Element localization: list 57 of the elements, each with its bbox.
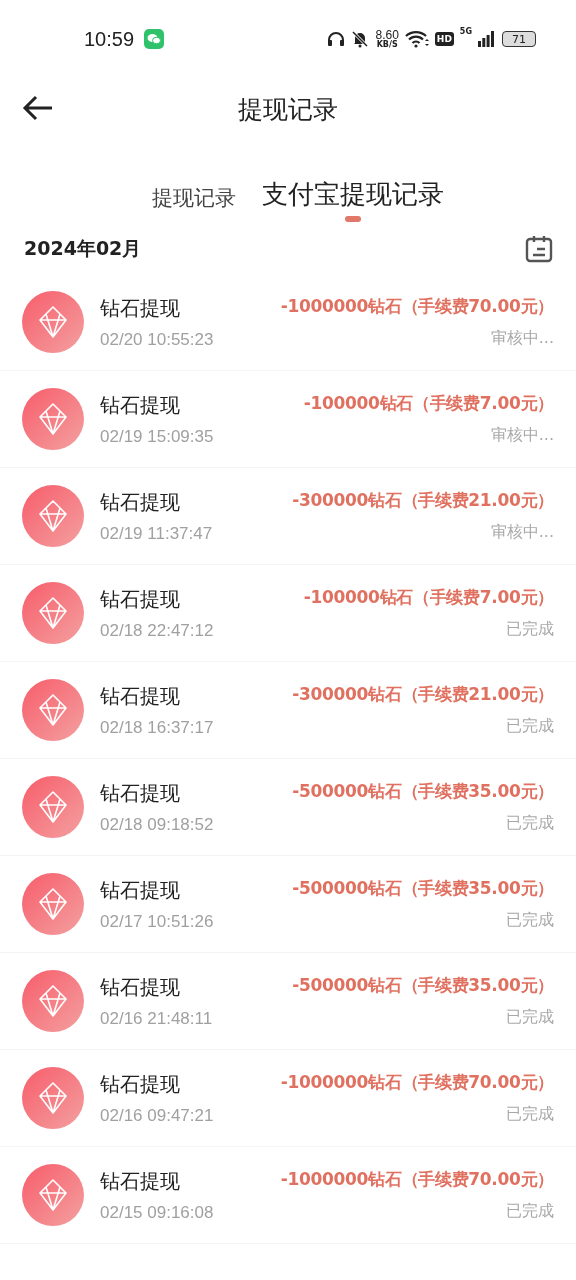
record-amount: -500000钻石（手续费35.00元） [292, 877, 554, 900]
hd-badge: HD [434, 32, 454, 46]
record-amount: -1000000钻石（手续费70.00元） [280, 1071, 554, 1094]
record-time: 02/18 16:37:17 [100, 717, 214, 738]
record-title: 钻石提现 [100, 585, 181, 613]
calendar-icon[interactable] [524, 234, 554, 264]
network-type: 5G [459, 27, 472, 36]
record-title: 钻石提现 [100, 682, 181, 710]
clock-time: 10:59 [84, 27, 135, 51]
record-status: 已完成 [506, 1007, 554, 1028]
speed-unit: KB/S [376, 41, 398, 49]
record-title: 钻石提现 [100, 294, 181, 322]
record-status: 审核中... [490, 425, 554, 446]
record-time: 02/18 09:18:52 [100, 814, 214, 835]
record-time: 02/18 22:47:12 [100, 620, 214, 641]
record-status: 已完成 [506, 813, 554, 834]
record-title: 钻石提现 [100, 488, 181, 516]
signal-icon [478, 31, 494, 47]
tab[interactable]: 支付宝提现记录 [262, 177, 444, 224]
record-amount: -1000000钻石（手续费70.00元） [280, 295, 554, 318]
record-time: 02/16 21:48:11 [100, 1008, 213, 1029]
chat-app-icon [144, 29, 165, 49]
record-time: 02/15 09:16:08 [100, 1202, 214, 1223]
record-title: 钻石提现 [100, 973, 181, 1001]
record-status: 已完成 [506, 1104, 554, 1125]
record-status: 已完成 [506, 716, 554, 737]
record-time: 02/16 09:47:21 [100, 1105, 214, 1126]
record-amount: -300000钻石（手续费21.00元） [292, 683, 554, 706]
battery-level: 71 [502, 31, 536, 47]
record-status: 已完成 [506, 910, 554, 931]
network-speed: 8.60 [375, 29, 399, 41]
record-status: 审核中... [490, 328, 554, 349]
bell-muted-icon [351, 30, 370, 48]
record-title: 钻石提现 [100, 1167, 181, 1195]
record-time: 02/17 10:51:26 [100, 911, 214, 932]
wifi-icon [404, 30, 429, 48]
record-title: 钻石提现 [100, 779, 181, 807]
month-label: 2024年02月 [24, 236, 142, 261]
record-status: 已完成 [506, 1201, 554, 1222]
record-status: 已完成 [506, 619, 554, 640]
record-amount: -100000钻石（手续费7.00元） [303, 392, 554, 415]
page-title: 提现记录 [238, 93, 338, 126]
back-arrow-icon[interactable] [22, 94, 54, 122]
record-title: 钻石提现 [100, 876, 181, 904]
record-amount: -1000000钻石（手续费70.00元） [280, 1168, 554, 1191]
record-amount: -100000钻石（手续费7.00元） [303, 586, 554, 609]
tab[interactable]: 提现记录 [152, 184, 236, 224]
record-amount: -300000钻石（手续费21.00元） [292, 489, 554, 512]
record-amount: -500000钻石（手续费35.00元） [292, 780, 554, 803]
record-title: 钻石提现 [100, 1070, 181, 1098]
record-time: 02/20 10:55:23 [100, 329, 214, 350]
headphones-icon [327, 31, 346, 47]
record-time: 02/19 11:37:47 [100, 523, 213, 544]
record-amount: -500000钻石（手续费35.00元） [292, 974, 554, 997]
record-status: 审核中... [490, 522, 554, 543]
record-title: 钻石提现 [100, 391, 181, 419]
record-time: 02/19 15:09:35 [100, 426, 214, 447]
